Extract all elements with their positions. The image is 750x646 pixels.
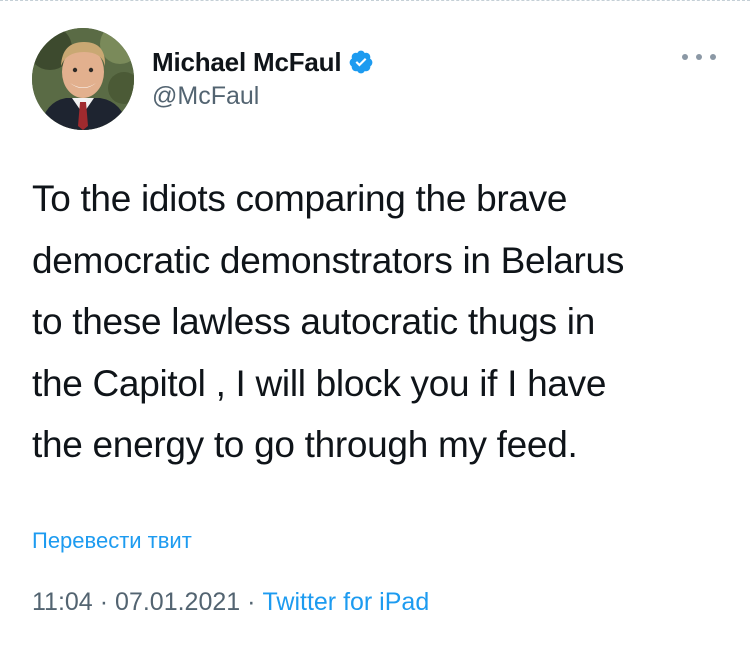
tweet-time[interactable]: 11:04 [32,588,93,616]
tweet-source-link[interactable]: Twitter for iPad [263,588,430,616]
more-options-icon[interactable] [682,50,716,64]
avatar[interactable] [32,28,134,130]
top-divider [0,0,750,3]
tweet-meta: 11:04 · 07.01.2021 · Twitter for iPad [32,588,429,617]
meta-separator: · [99,588,109,616]
tweet-date[interactable]: 07.01.2021 [115,588,240,616]
more-dot [696,54,702,60]
meta-separator: · [247,588,256,616]
author-display-name[interactable]: Michael McFaul [152,47,342,78]
translate-tweet-link[interactable]: Перевести твит [32,528,192,554]
more-dot [710,54,716,60]
more-dot [682,54,688,60]
verified-badge-icon [348,49,374,75]
tweet-header: Michael McFaul @McFaul [32,28,722,132]
author-handle[interactable]: @McFaul [152,82,374,111]
tweet-text: To the idiots comparing the brave democr… [32,178,625,465]
author-block[interactable]: Michael McFaul @McFaul [152,46,374,111]
